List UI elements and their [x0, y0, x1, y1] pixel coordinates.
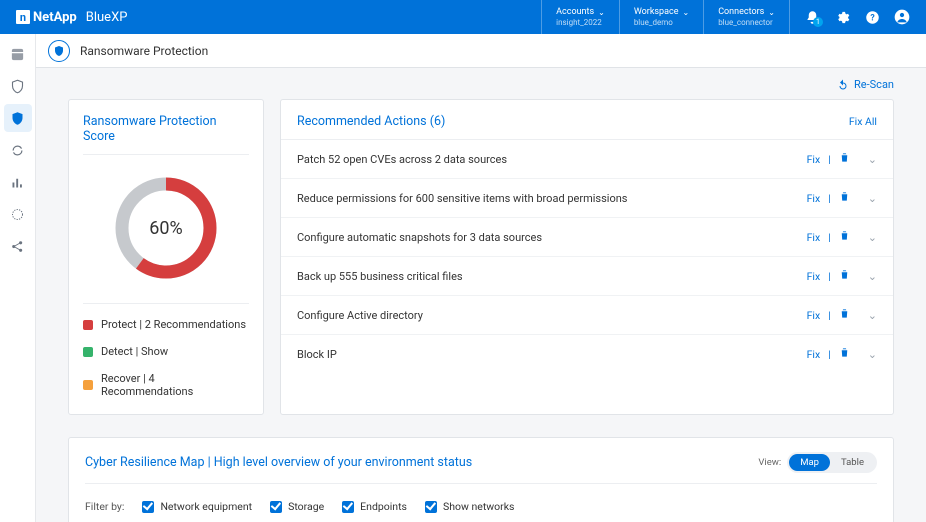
chevron-down-icon[interactable]: ⌄: [868, 348, 877, 361]
fix-button[interactable]: Fix: [807, 192, 821, 205]
action-row: Block IP Fix | ⌄: [281, 335, 893, 373]
toggle-table[interactable]: Table: [830, 454, 875, 471]
score-legend: Protect | 2 Recommendations Detect | Sho…: [83, 303, 249, 398]
trash-icon[interactable]: [839, 269, 850, 283]
chevron-down-icon[interactable]: ⌄: [868, 153, 877, 166]
legend-swatch-detect: [83, 347, 93, 357]
filter-storage[interactable]: Storage: [270, 500, 324, 513]
chevron-down-icon[interactable]: ⌄: [868, 231, 877, 244]
protection-score-card: Ransomware Protection Score 60% Protect …: [68, 99, 264, 415]
trash-icon[interactable]: [839, 191, 850, 205]
svg-text:?: ?: [870, 13, 875, 23]
checkbox-checked-icon: [425, 501, 437, 513]
fix-button[interactable]: Fix: [807, 270, 821, 283]
legend-recover[interactable]: Recover | 4 Recommendations: [83, 372, 249, 398]
chevron-down-icon: ⌄: [682, 8, 689, 17]
nav-extensions-icon[interactable]: [4, 200, 32, 228]
checkbox-checked-icon: [342, 501, 354, 513]
page-title: Ransomware Protection: [80, 44, 208, 58]
trash-icon[interactable]: [839, 347, 850, 361]
filter-network-equipment[interactable]: Network equipment: [142, 500, 252, 513]
cyber-resilience-map-card: Cyber Resilience Map | High level overvi…: [68, 437, 894, 522]
rescan-button[interactable]: Re-Scan: [837, 78, 894, 91]
notifications-badge: 1: [813, 17, 823, 27]
score-card-title: Ransomware Protection Score: [83, 114, 249, 155]
filter-show-networks[interactable]: Show networks: [425, 500, 514, 513]
legend-swatch-protect: [83, 320, 93, 330]
map-filters: Filter by: Network equipment Storage End…: [85, 500, 877, 513]
view-toggle: View: Map Table: [758, 452, 877, 473]
action-row: Configure Active directory Fix | ⌄: [281, 296, 893, 335]
checkbox-checked-icon: [270, 501, 282, 513]
trash-icon[interactable]: [839, 308, 850, 322]
nav-sync-icon[interactable]: [4, 136, 32, 164]
actions-card-title: Recommended Actions (6): [297, 114, 445, 129]
nav-reports-icon[interactable]: [4, 168, 32, 196]
filter-by-label: Filter by:: [85, 500, 124, 513]
refresh-icon: [837, 79, 849, 91]
fix-button[interactable]: Fix: [807, 153, 821, 166]
brand-name: NetApp: [33, 10, 77, 25]
chevron-down-icon: ⌄: [768, 8, 775, 17]
action-text: Back up 555 business critical files: [297, 270, 807, 283]
app-header: n NetApp BlueXP Accounts⌄ insight_2022 W…: [0, 0, 926, 34]
score-donut-chart: 60%: [111, 173, 221, 283]
nav-protection-icon[interactable]: [4, 104, 32, 132]
action-row: Back up 555 business critical files Fix …: [281, 257, 893, 296]
fix-button[interactable]: Fix: [807, 348, 821, 361]
action-text: Configure automatic snapshots for 3 data…: [297, 231, 807, 244]
netapp-n-icon: n: [16, 10, 30, 24]
view-label: View:: [758, 457, 781, 468]
fix-button[interactable]: Fix: [807, 231, 821, 244]
workspace-dropdown[interactable]: Workspace⌄ blue_demo: [619, 0, 703, 34]
chevron-down-icon: ⌄: [598, 8, 605, 17]
action-text: Configure Active directory: [297, 309, 807, 322]
side-nav: [0, 34, 36, 522]
legend-detect[interactable]: Detect | Show: [83, 345, 249, 358]
nav-canvas-icon[interactable]: [4, 40, 32, 68]
chevron-down-icon[interactable]: ⌄: [868, 270, 877, 283]
map-card-title: Cyber Resilience Map | High level overvi…: [85, 455, 472, 470]
nav-share-icon[interactable]: [4, 232, 32, 260]
action-text: Patch 52 open CVEs across 2 data sources: [297, 153, 807, 166]
legend-swatch-recover: [83, 380, 93, 390]
notifications-icon[interactable]: 1: [804, 9, 820, 25]
action-row: Patch 52 open CVEs across 2 data sources…: [281, 140, 893, 179]
action-text: Reduce permissions for 600 sensitive ite…: [297, 192, 807, 205]
chevron-down-icon[interactable]: ⌄: [868, 309, 877, 322]
legend-protect[interactable]: Protect | 2 Recommendations: [83, 318, 249, 331]
recommended-actions-card: Recommended Actions (6) Fix All Patch 52…: [280, 99, 894, 415]
trash-icon[interactable]: [839, 152, 850, 166]
action-row: Reduce permissions for 600 sensitive ite…: [281, 179, 893, 218]
settings-icon[interactable]: [834, 9, 850, 25]
action-row: Configure automatic snapshots for 3 data…: [281, 218, 893, 257]
accounts-dropdown[interactable]: Accounts⌄ insight_2022: [541, 0, 619, 34]
checkbox-checked-icon: [142, 501, 154, 513]
action-text: Block IP: [297, 348, 807, 361]
product-name: BlueXP: [86, 10, 128, 25]
trash-icon[interactable]: [839, 230, 850, 244]
fix-all-button[interactable]: Fix All: [849, 115, 877, 128]
toggle-map[interactable]: Map: [789, 454, 830, 471]
nav-shield-icon[interactable]: [4, 72, 32, 100]
main-content: Re-Scan Ransomware Protection Score 60% …: [36, 68, 926, 522]
user-icon[interactable]: [894, 9, 910, 25]
connectors-dropdown[interactable]: Connectors⌄ blue_connector: [703, 0, 789, 34]
brand-logo[interactable]: n NetApp BlueXP: [16, 10, 127, 25]
ransomware-protection-icon: [48, 40, 70, 62]
fix-button[interactable]: Fix: [807, 309, 821, 322]
filter-endpoints[interactable]: Endpoints: [342, 500, 407, 513]
help-icon[interactable]: ?: [864, 9, 880, 25]
chevron-down-icon[interactable]: ⌄: [868, 192, 877, 205]
score-percent: 60%: [111, 173, 221, 283]
page-subheader: Ransomware Protection: [0, 34, 926, 68]
